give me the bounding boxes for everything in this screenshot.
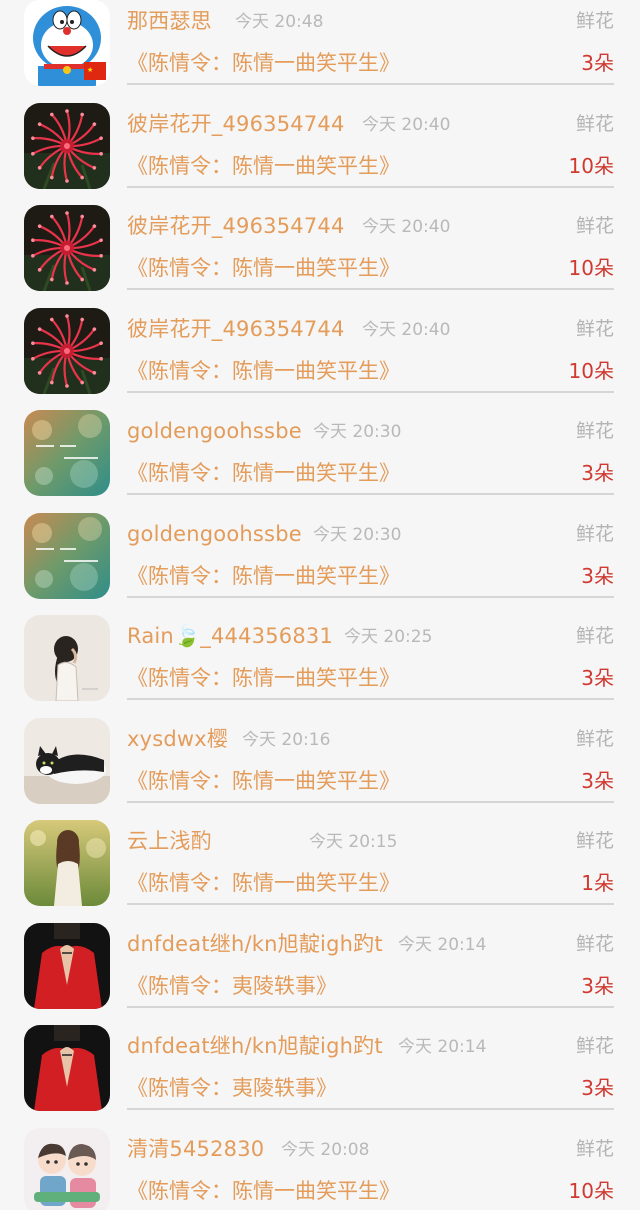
gift-count: 10朵 <box>568 153 614 178</box>
gift-count: 3朵 <box>581 768 614 793</box>
gift-record-row[interactable]: 云上浅酌 今天 20:15 鲜花《陈情令：陈情一曲笑平生》 1朵 <box>0 820 640 923</box>
bokeh-text-avatar[interactable] <box>24 512 110 599</box>
row-divider <box>127 493 614 495</box>
timestamp: 今天 20:30 <box>313 524 402 545</box>
gift-type-label: 鲜花 <box>575 522 614 545</box>
gift-count: 3朵 <box>581 973 614 998</box>
gift-record-row[interactable]: ★ 那西瑟思 今天 20:48 鲜花《陈情令：陈情一曲笑平生》 3朵 <box>0 0 640 103</box>
user-name[interactable]: dnfdeat继h/kn旭靛igh趵t <box>127 1033 383 1059</box>
user-name[interactable]: xysdwx樱 <box>127 726 228 752</box>
gift-record-row[interactable]: goldengoohssbe 今天 20:30 鲜花《陈情令：陈情一曲笑平生》 3朵 <box>0 410 640 513</box>
gift-record-row[interactable]: dnfdeat继h/kn旭靛igh趵t 今天 20:14 鲜花《陈情令：夷陵轶事》 3… <box>0 922 640 1026</box>
gift-type-label: 鲜花 <box>575 625 614 647</box>
row-divider <box>127 1108 614 1110</box>
gift-type-label: 鲜花 <box>575 112 614 135</box>
gift-type-label: 鲜花 <box>575 420 614 442</box>
cat-avatar[interactable] <box>24 717 110 804</box>
book-title[interactable]: 《陈情令：陈情一曲笑平生》 <box>127 357 400 385</box>
user-name[interactable]: goldengoohssbe <box>127 521 302 547</box>
timestamp: 今天 20:40 <box>362 319 451 340</box>
gift-record-row[interactable]: 彼岸花开_496354744 今天 20:40 鲜花《陈情令：陈情一曲笑平生》 10朵 <box>0 205 640 308</box>
gift-record-row[interactable]: 清清5452830 今天 20:08 鲜花《陈情令：陈情一曲笑平生》 10朵 <box>0 1127 640 1210</box>
doraemon-avatar[interactable]: ★ <box>24 0 110 86</box>
row-divider <box>127 698 614 700</box>
gift-record-row[interactable]: 彼岸花开_496354744 今天 20:40 鲜花《陈情令：陈情一曲笑平生》 10朵 <box>0 307 640 411</box>
girl-sketch-avatar[interactable] <box>24 615 110 701</box>
user-name[interactable]: Rain🍃_444356831 <box>127 623 333 649</box>
gift-record-list: ★ 那西瑟思 今天 20:48 鲜花 《陈情令：陈情一曲笑平生》 3朵 彼岸花开_496… <box>0 0 640 1210</box>
book-title[interactable]: 《陈情令：陈情一曲笑平生》 <box>127 1177 400 1205</box>
gift-type-label: 鲜花 <box>575 830 614 852</box>
red-jacket-avatar[interactable] <box>24 1025 110 1111</box>
gift-type-label: 鲜花 <box>575 317 614 340</box>
book-title[interactable]: 《陈情令：陈情一曲笑平生》 <box>127 49 400 77</box>
cartoon-couple-avatar[interactable] <box>24 1127 110 1210</box>
red-spider-lily-avatar[interactable] <box>24 102 110 189</box>
gift-type-label: 鲜花 <box>575 1035 614 1057</box>
red-jacket-avatar[interactable] <box>24 922 110 1009</box>
book-title[interactable]: 《陈情令：陈情一曲笑平生》 <box>127 869 400 897</box>
book-title[interactable]: 《陈情令：陈情一曲笑平生》 <box>127 152 400 180</box>
gift-count: 10朵 <box>568 1178 614 1203</box>
book-title[interactable]: 《陈情令：陈情一曲笑平生》 <box>127 664 400 692</box>
timestamp: 今天 20:16 <box>242 729 331 750</box>
row-divider <box>127 83 614 85</box>
book-title[interactable]: 《陈情令：陈情一曲笑平生》 <box>127 767 400 795</box>
gift-count: 3朵 <box>581 1076 614 1100</box>
row-divider <box>127 800 614 803</box>
user-name[interactable]: 云上浅酌 <box>127 828 212 854</box>
book-title[interactable]: 《陈情令：陈情一曲笑平生》 <box>127 562 400 590</box>
gift-count: 10朵 <box>568 358 614 383</box>
gift-count: 3朵 <box>581 461 614 485</box>
timestamp: 今天 20:30 <box>313 422 402 442</box>
timestamp: 今天 20:40 <box>362 114 451 135</box>
gift-count: 10朵 <box>568 256 614 280</box>
gift-count: 1朵 <box>581 871 614 895</box>
book-title[interactable]: 《陈情令：夷陵轶事》 <box>127 1074 337 1102</box>
row-divider <box>127 595 614 598</box>
timestamp: 今天 20:25 <box>344 627 433 647</box>
user-name[interactable]: goldengoohssbe <box>127 418 302 444</box>
gift-count: 3朵 <box>581 51 614 75</box>
gift-record-row[interactable]: Rain🍃_444356831 今天 20:25 鲜花《陈情令：陈情一曲笑平生》 3朵 <box>0 615 640 718</box>
gift-record-row[interactable]: xysdwx樱 今天 20:16 鲜花《陈情令：陈情一曲笑平生》 3朵 <box>0 717 640 821</box>
book-title[interactable]: 《陈情令：陈情一曲笑平生》 <box>127 254 400 282</box>
red-spider-lily-avatar[interactable] <box>24 307 110 394</box>
user-name[interactable]: 清清5452830 <box>127 1136 264 1162</box>
timestamp: 今天 20:48 <box>235 12 324 32</box>
timestamp: 今天 20:15 <box>309 832 398 852</box>
timestamp: 今天 20:14 <box>398 1037 487 1057</box>
gift-type-label: 鲜花 <box>575 1137 614 1160</box>
user-name[interactable]: dnfdeat继h/kn旭靛igh趵t <box>127 931 383 957</box>
row-divider <box>127 390 614 393</box>
row-divider <box>127 185 614 188</box>
bokeh-text-avatar[interactable] <box>24 410 110 496</box>
gift-record-row[interactable]: dnfdeat继h/kn旭靛igh趵t 今天 20:14 鲜花《陈情令：夷陵轶事》 3… <box>0 1025 640 1128</box>
timestamp: 今天 20:08 <box>281 1139 370 1160</box>
row-divider <box>127 1005 614 1008</box>
user-name[interactable]: 彼岸花开_496354744 <box>127 111 345 137</box>
user-name[interactable]: 彼岸花开_496354744 <box>127 316 345 342</box>
timestamp: 今天 20:14 <box>398 934 487 955</box>
user-name[interactable]: 那西瑟思 <box>127 8 212 34</box>
gift-count: 3朵 <box>581 666 614 690</box>
gift-type-label: 鲜花 <box>575 10 614 32</box>
row-divider <box>127 903 614 905</box>
gift-count: 3朵 <box>581 563 614 588</box>
girl-back-avatar[interactable] <box>24 820 110 906</box>
book-title[interactable]: 《陈情令：陈情一曲笑平生》 <box>127 459 400 487</box>
gift-record-row[interactable]: 彼岸花开_496354744 今天 20:40 鲜花《陈情令：陈情一曲笑平生》 10朵 <box>0 102 640 206</box>
user-name[interactable]: 彼岸花开_496354744 <box>127 213 345 239</box>
book-title[interactable]: 《陈情令：夷陵轶事》 <box>127 972 337 1000</box>
gift-type-label: 鲜花 <box>575 215 614 237</box>
gift-type-label: 鲜花 <box>575 932 614 955</box>
timestamp: 今天 20:40 <box>362 217 451 237</box>
red-spider-lily-avatar[interactable] <box>24 205 110 291</box>
row-divider <box>127 288 614 290</box>
gift-type-label: 鲜花 <box>575 727 614 750</box>
gift-record-row[interactable]: goldengoohssbe 今天 20:30 鲜花《陈情令：陈情一曲笑平生》 3朵 <box>0 512 640 616</box>
svg-text:★: ★ <box>87 66 93 74</box>
